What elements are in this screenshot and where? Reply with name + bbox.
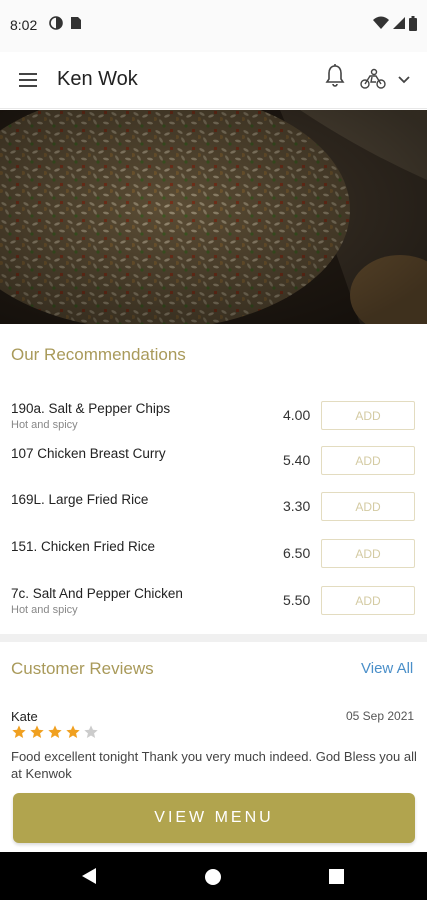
- bell-icon[interactable]: [324, 63, 346, 94]
- item-name: 107 Chicken Breast Curry: [11, 446, 166, 461]
- recommendation-item: 7c. Salt And Pepper Chicken Hot and spic…: [0, 586, 427, 632]
- delivery-rider-icon[interactable]: [359, 68, 387, 95]
- add-button[interactable]: ADD: [321, 492, 415, 521]
- star-rating: [11, 724, 101, 742]
- add-button[interactable]: ADD: [321, 586, 415, 615]
- star-filled-icon: [12, 725, 26, 738]
- status-bar: 8:02: [0, 0, 427, 52]
- section-divider: [0, 634, 427, 642]
- recommendation-item: 169L. Large Fried Rice 3.30 ADD: [0, 492, 427, 538]
- add-button[interactable]: ADD: [321, 401, 415, 430]
- star-filled-icon: [48, 725, 62, 738]
- cell-signal-icon: [392, 16, 406, 35]
- item-name: 169L. Large Fried Rice: [11, 492, 149, 507]
- item-price: 6.50: [283, 545, 311, 561]
- item-name: 190a. Salt & Pepper Chips: [11, 401, 171, 416]
- app-bar: Ken Wok: [0, 52, 427, 109]
- review-date: 05 Sep 2021: [346, 709, 415, 723]
- item-price: 5.40: [283, 452, 311, 468]
- recommendation-item: 151. Chicken Fried Rice 6.50 ADD: [0, 539, 427, 585]
- star-filled-icon: [66, 725, 80, 738]
- hero-food-image: [0, 110, 427, 324]
- add-button[interactable]: ADD: [321, 539, 415, 568]
- app-title: Ken Wok: [57, 68, 138, 90]
- recent-apps-icon[interactable]: [329, 869, 344, 889]
- data-saver-icon: [49, 16, 63, 35]
- star-empty-icon: [84, 725, 98, 738]
- item-subtitle: Hot and spicy: [11, 604, 78, 616]
- back-icon[interactable]: [81, 867, 97, 890]
- home-icon[interactable]: [204, 868, 222, 891]
- status-time: 8:02: [10, 17, 38, 33]
- item-price: 4.00: [283, 407, 311, 423]
- item-price: 3.30: [283, 498, 311, 514]
- view-all-link[interactable]: View All: [361, 660, 413, 677]
- reviews-title: Customer Reviews: [11, 659, 154, 678]
- view-menu-button[interactable]: VIEW MENU: [13, 793, 415, 843]
- item-price: 5.50: [283, 592, 311, 608]
- battery-icon: [409, 16, 417, 36]
- sim-card-icon: [70, 16, 82, 35]
- item-name: 151. Chicken Fried Rice: [11, 539, 156, 554]
- recommendation-item: 190a. Salt & Pepper Chips Hot and spicy …: [0, 401, 427, 447]
- reviewer-name: Kate: [11, 709, 38, 724]
- wifi-icon: [373, 16, 389, 35]
- add-button[interactable]: ADD: [321, 446, 415, 475]
- recommendations-title: Our Recommendations: [11, 345, 186, 364]
- item-name: 7c. Salt And Pepper Chicken: [11, 586, 183, 601]
- star-filled-icon: [30, 725, 44, 738]
- menu-icon[interactable]: [18, 72, 38, 88]
- review-text: Food excellent tonight Thank you very mu…: [11, 749, 417, 781]
- system-nav-bar: [0, 852, 427, 900]
- recommendation-item: 107 Chicken Breast Curry 5.40 ADD: [0, 446, 427, 492]
- chevron-down-icon[interactable]: [397, 72, 411, 90]
- item-subtitle: Hot and spicy: [11, 419, 78, 431]
